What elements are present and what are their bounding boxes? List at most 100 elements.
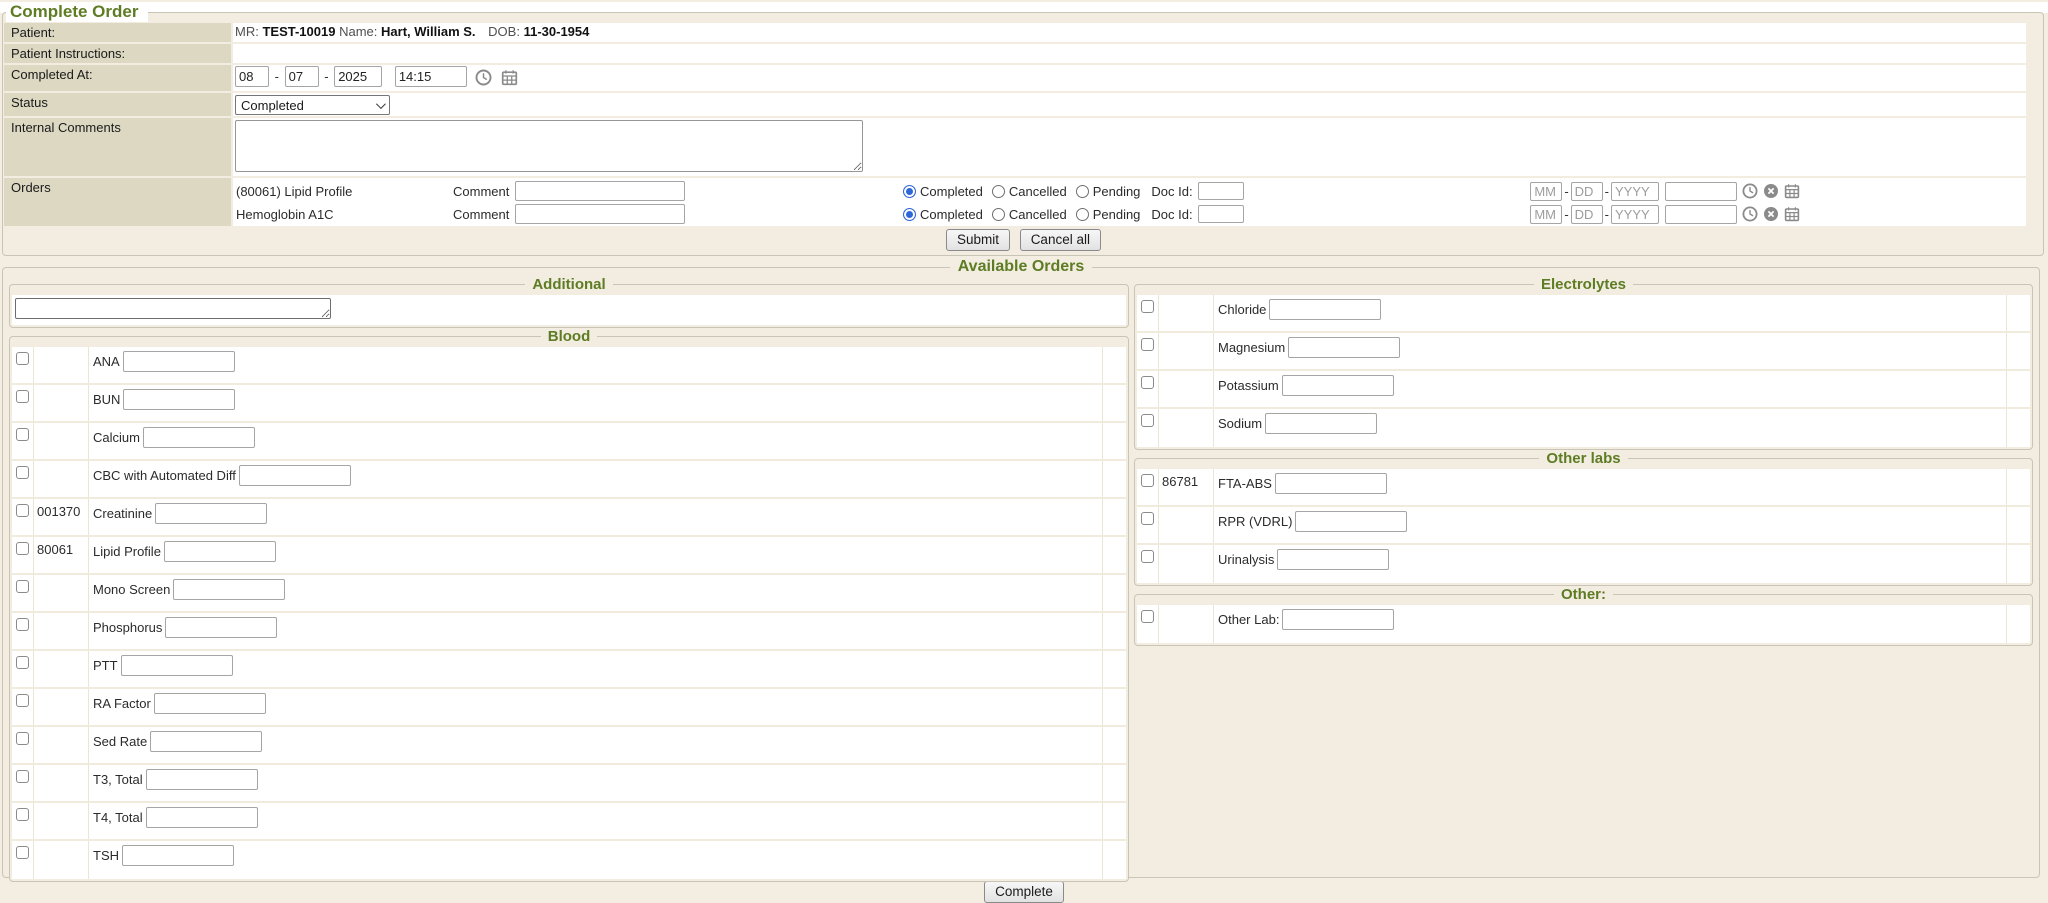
lab-value-input[interactable] <box>239 465 351 486</box>
lab-checkbox[interactable] <box>16 732 29 745</box>
lab-checkbox[interactable] <box>1141 512 1154 525</box>
lab-checkbox[interactable] <box>16 618 29 631</box>
lab-value-input[interactable] <box>143 427 255 448</box>
order-year-input[interactable] <box>1611 205 1659 224</box>
lab-checkbox[interactable] <box>16 428 29 441</box>
lab-code: 86781 <box>1159 469 1214 505</box>
lab-value-input[interactable] <box>1282 375 1394 396</box>
radio-label-completed[interactable]: Completed <box>920 184 983 199</box>
calendar-icon[interactable] <box>1784 183 1800 200</box>
lab-row-urinalysis: Urinalysis <box>1137 545 2030 583</box>
lab-checkbox[interactable] <box>16 542 29 555</box>
lab-value-input[interactable] <box>123 351 235 372</box>
lab-checkbox[interactable] <box>16 694 29 707</box>
lab-checkbox[interactable] <box>1141 610 1154 623</box>
cancel-icon[interactable] <box>1763 183 1779 200</box>
cancel-all-button[interactable]: Cancel all <box>1020 229 1101 251</box>
clock-icon[interactable] <box>1742 206 1758 223</box>
calendar-icon[interactable] <box>1784 206 1800 223</box>
completed-time-input[interactable] <box>395 66 467 87</box>
lab-value-input[interactable] <box>155 503 267 524</box>
lab-value-input[interactable] <box>165 617 277 638</box>
lab-checkbox[interactable] <box>16 770 29 783</box>
lab-checkbox[interactable] <box>16 656 29 669</box>
lab-value-input[interactable] <box>1265 413 1377 434</box>
additional-order-input[interactable] <box>15 298 331 319</box>
lab-checkbox[interactable] <box>1141 338 1154 351</box>
order-day-input[interactable] <box>1571 205 1603 224</box>
lab-checkbox[interactable] <box>1141 414 1154 427</box>
order-time-input[interactable] <box>1665 182 1737 201</box>
order-year-input[interactable] <box>1611 182 1659 201</box>
lab-value-input[interactable] <box>1295 511 1407 532</box>
lab-value-input[interactable] <box>1275 473 1387 494</box>
radio-label-pending[interactable]: Pending <box>1093 207 1141 222</box>
lab-value-input[interactable] <box>173 579 285 600</box>
lab-value-input[interactable] <box>122 845 234 866</box>
cancel-icon[interactable] <box>1763 206 1779 223</box>
lab-checkbox[interactable] <box>16 580 29 593</box>
status-select[interactable]: Completed <box>235 95 390 115</box>
order-time-input[interactable] <box>1665 205 1737 224</box>
complete-button[interactable]: Complete <box>984 881 1064 903</box>
status-radio-cancelled[interactable] <box>992 185 1005 198</box>
lab-value-input[interactable] <box>146 769 258 790</box>
lab-value-input[interactable] <box>164 541 276 562</box>
lab-checkbox[interactable] <box>1141 300 1154 313</box>
status-radio-completed[interactable] <box>903 185 916 198</box>
lab-checkbox[interactable] <box>1141 550 1154 563</box>
lab-value-input[interactable] <box>150 731 262 752</box>
submit-button[interactable]: Submit <box>946 229 1010 251</box>
completed-year-input[interactable] <box>334 66 382 87</box>
doc-id-input[interactable] <box>1198 182 1244 200</box>
order-month-input[interactable] <box>1530 205 1562 224</box>
internal-comments-textarea[interactable] <box>235 120 863 172</box>
status-radio-pending[interactable] <box>1076 208 1089 221</box>
radio-label-pending[interactable]: Pending <box>1093 184 1141 199</box>
order-comment-input[interactable] <box>515 204 685 224</box>
order-comment-input[interactable] <box>515 181 685 201</box>
order-day-input[interactable] <box>1571 182 1603 201</box>
lab-code <box>34 423 89 459</box>
lab-checkbox[interactable] <box>16 808 29 821</box>
lab-value-input[interactable] <box>1269 299 1381 320</box>
patient-instructions-label: Patient Instructions: <box>4 44 231 63</box>
lab-checkbox[interactable] <box>16 846 29 859</box>
clock-icon[interactable] <box>475 69 492 86</box>
additional-row <box>12 295 1126 325</box>
form-buttons-row: Submit Cancel all <box>4 229 2043 251</box>
lab-value-input[interactable] <box>1282 609 1394 630</box>
lab-row-tsh: TSH <box>12 841 1126 879</box>
status-label: Status <box>4 93 231 116</box>
lab-checkbox[interactable] <box>1141 474 1154 487</box>
lab-value-input[interactable] <box>123 389 235 410</box>
status-radio-cancelled[interactable] <box>992 208 1005 221</box>
status-radio-completed[interactable] <box>903 208 916 221</box>
lab-value-input[interactable] <box>1288 337 1400 358</box>
lab-code <box>34 613 89 649</box>
status-radio-pending[interactable] <box>1076 185 1089 198</box>
radio-label-cancelled[interactable]: Cancelled <box>1009 184 1067 199</box>
lab-checkbox[interactable] <box>1141 376 1154 389</box>
lab-value-input[interactable] <box>154 693 266 714</box>
lab-checkbox[interactable] <box>16 504 29 517</box>
lab-value-input[interactable] <box>121 655 233 676</box>
lab-checkbox[interactable] <box>16 466 29 479</box>
completed-month-input[interactable] <box>235 66 269 87</box>
completed-at-value: - - <box>233 65 2026 91</box>
order-month-input[interactable] <box>1530 182 1562 201</box>
completed-day-input[interactable] <box>285 66 319 87</box>
internal-comments-cell <box>233 118 2026 176</box>
lab-row-cbc: CBC with Automated Diff <box>12 461 1126 499</box>
calendar-icon[interactable] <box>501 69 518 86</box>
lab-checkbox[interactable] <box>16 352 29 365</box>
complete-button-row: Complete <box>0 881 2048 903</box>
radio-label-cancelled[interactable]: Cancelled <box>1009 207 1067 222</box>
doc-id-input[interactable] <box>1198 205 1244 223</box>
lab-value-input[interactable] <box>146 807 258 828</box>
lab-label: T4, Total <box>93 807 143 825</box>
lab-value-input[interactable] <box>1277 549 1389 570</box>
clock-icon[interactable] <box>1742 183 1758 200</box>
radio-label-completed[interactable]: Completed <box>920 207 983 222</box>
lab-checkbox[interactable] <box>16 390 29 403</box>
